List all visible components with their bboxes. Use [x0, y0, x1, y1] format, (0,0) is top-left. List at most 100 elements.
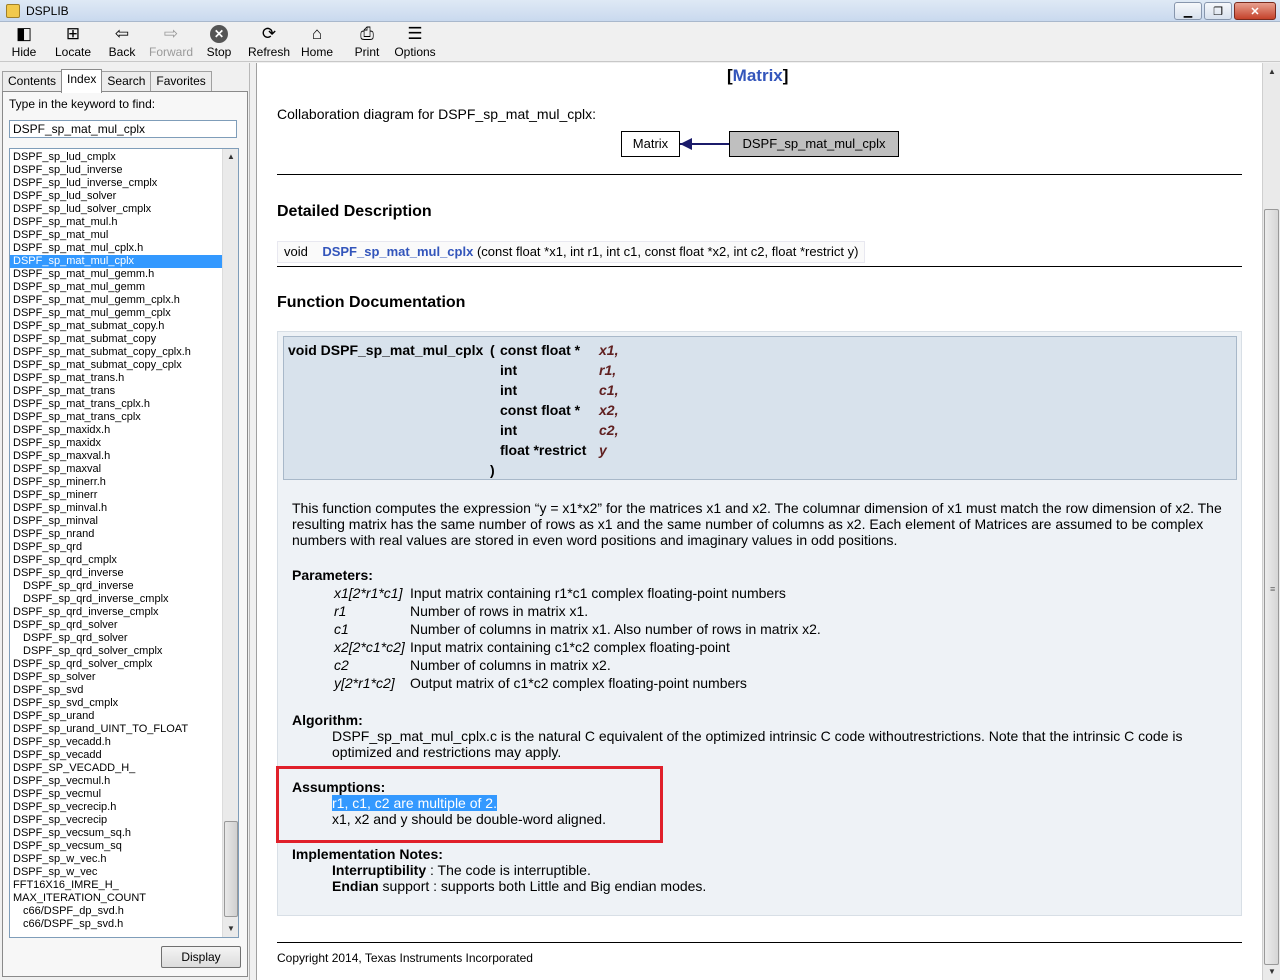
- keyword-input[interactable]: [9, 120, 237, 138]
- proto-param-type: int: [500, 422, 518, 438]
- index-list[interactable]: DSPF_sp_lud_cmplx DSPF_sp_lud_inverse DSPF…: [9, 148, 239, 938]
- index-list-item[interactable]: DSPF_sp_mat_trans_cplx.h: [10, 398, 222, 411]
- minimize-button[interactable]: ▁: [1174, 2, 1202, 20]
- index-list-item[interactable]: DSPF_sp_maxidx.h: [10, 424, 222, 437]
- index-list-item[interactable]: DSPF_sp_solver: [10, 671, 222, 684]
- index-list-item[interactable]: DSPF_sp_mat_mul: [10, 229, 222, 242]
- index-list-item[interactable]: DSPF_sp_mat_mul_gemm.h: [10, 268, 222, 281]
- document-pane: [Matrix] Collaboration diagram for DSPF_…: [256, 63, 1262, 980]
- index-list-item[interactable]: DSPF_sp_mat_trans_cplx: [10, 411, 222, 424]
- index-list-item[interactable]: DSPF_sp_svd: [10, 684, 222, 697]
- index-list-item[interactable]: DSPF_sp_qrd_inverse_cmplx: [10, 606, 222, 619]
- index-list-scroll-thumb[interactable]: [224, 821, 238, 917]
- index-list-item[interactable]: DSPF_sp_qrd: [10, 541, 222, 554]
- matrix-link[interactable]: Matrix: [733, 66, 783, 85]
- index-list-item[interactable]: DSPF_sp_maxval: [10, 463, 222, 476]
- refresh-button[interactable]: ⟳ Refresh: [245, 24, 293, 60]
- home-button[interactable]: ⌂ Home: [293, 24, 341, 60]
- index-list-scrollbar[interactable]: ▲ ▼: [222, 149, 238, 937]
- index-list-item[interactable]: DSPF_sp_mat_mul_gemm_cplx: [10, 307, 222, 320]
- description-paragraph: This function computes the expression “y…: [292, 500, 1237, 548]
- hide-icon: ◧: [15, 24, 33, 43]
- index-list-item[interactable]: DSPF_sp_mat_mul_gemm: [10, 281, 222, 294]
- index-list-item[interactable]: c66/DSPF_sp_svd.h: [10, 918, 222, 931]
- locate-label: Locate: [54, 45, 92, 59]
- scroll-down-icon[interactable]: ▼: [223, 921, 238, 937]
- collab-node-matrix[interactable]: Matrix: [621, 131, 680, 157]
- options-button[interactable]: ☰ Options: [391, 24, 439, 60]
- index-list-item[interactable]: DSPF_sp_mat_trans: [10, 385, 222, 398]
- index-list-item[interactable]: DSPF_sp_lud_inverse: [10, 164, 222, 177]
- scroll-up-icon[interactable]: ▲: [1263, 63, 1280, 80]
- index-list-item[interactable]: DSPF_sp_vecsum_sq.h: [10, 827, 222, 840]
- index-list-item[interactable]: DSPF_sp_mat_mul.h: [10, 216, 222, 229]
- display-button[interactable]: Display: [161, 946, 241, 968]
- index-list-item[interactable]: c66/DSPF_dp_svd.h: [10, 905, 222, 918]
- index-list-item[interactable]: DSPF_sp_urand_UINT_TO_FLOAT: [10, 723, 222, 736]
- index-list-item[interactable]: DSPF_sp_svd_cmplx: [10, 697, 222, 710]
- index-list-item[interactable]: DSPF_sp_vecadd.h: [10, 736, 222, 749]
- stop-button[interactable]: ✕ Stop: [195, 24, 243, 60]
- index-list-item[interactable]: DSPF_sp_urand: [10, 710, 222, 723]
- index-list-item[interactable]: DSPF_sp_w_vec: [10, 866, 222, 879]
- index-list-item[interactable]: DSPF_sp_mat_mul_cplx: [10, 255, 222, 268]
- index-list-item[interactable]: DSPF_sp_qrd_solver: [10, 619, 222, 632]
- index-list-item[interactable]: DSPF_sp_qrd_inverse_cmplx: [10, 593, 222, 606]
- index-list-item[interactable]: DSPF_sp_minval: [10, 515, 222, 528]
- decl-function-link[interactable]: DSPF_sp_mat_mul_cplx: [322, 244, 473, 259]
- index-list-item[interactable]: DSPF_sp_w_vec.h: [10, 853, 222, 866]
- tab-contents[interactable]: Contents: [2, 71, 63, 91]
- tab-index[interactable]: Index: [61, 69, 103, 93]
- index-list-item[interactable]: DSPF_sp_mat_submat_copy.h: [10, 320, 222, 333]
- index-list-item[interactable]: DSPF_sp_qrd_inverse: [10, 567, 222, 580]
- index-list-item[interactable]: DSPF_sp_vecrecip: [10, 814, 222, 827]
- index-list-item[interactable]: DSPF_sp_mat_submat_copy_cplx: [10, 359, 222, 372]
- index-list-item[interactable]: MAX_ITERATION_COUNT: [10, 892, 222, 905]
- index-list-item[interactable]: DSPF_sp_maxval.h: [10, 450, 222, 463]
- index-list-item[interactable]: DSPF_sp_vecmul.h: [10, 775, 222, 788]
- scroll-down-icon[interactable]: ▼: [1263, 963, 1280, 980]
- locate-button[interactable]: ⊞ Locate: [49, 24, 97, 60]
- document-scrollbar[interactable]: ▲ ≡ ▼: [1262, 63, 1280, 980]
- detailed-description-heading: Detailed Description: [277, 203, 432, 220]
- index-list-item[interactable]: DSPF_sp_mat_submat_copy: [10, 333, 222, 346]
- document-scroll-thumb[interactable]: ≡: [1264, 209, 1279, 965]
- index-list-item[interactable]: DSPF_sp_vecsum_sq: [10, 840, 222, 853]
- index-list-item[interactable]: DSPF_SP_VECADD_H_: [10, 762, 222, 775]
- index-list-item[interactable]: FFT16X16_IMRE_H_: [10, 879, 222, 892]
- index-list-item[interactable]: DSPF_sp_mat_mul_gemm_cplx.h: [10, 294, 222, 307]
- forward-button[interactable]: ⇨ Forward: [147, 24, 195, 60]
- scroll-up-icon[interactable]: ▲: [223, 149, 238, 165]
- index-list-item[interactable]: DSPF_sp_mat_mul_cplx.h: [10, 242, 222, 255]
- hide-button[interactable]: ◧ Hide: [0, 24, 48, 60]
- index-list-item[interactable]: DSPF_sp_qrd_solver_cmplx: [10, 645, 222, 658]
- index-list-item[interactable]: DSPF_sp_qrd_solver_cmplx: [10, 658, 222, 671]
- param-name: x1[2*r1*c1]: [334, 585, 403, 601]
- divider: [277, 174, 1242, 175]
- index-list-item[interactable]: DSPF_sp_mat_submat_copy_cplx.h: [10, 346, 222, 359]
- print-button[interactable]: ⎙ Print: [343, 24, 391, 60]
- index-list-item[interactable]: DSPF_sp_vecadd: [10, 749, 222, 762]
- tab-favorites[interactable]: Favorites: [150, 71, 212, 91]
- index-list-item[interactable]: DSPF_sp_maxidx: [10, 437, 222, 450]
- index-list-item[interactable]: DSPF_sp_minerr: [10, 489, 222, 502]
- index-tab-panel: Type in the keyword to find: DSPF_sp_lud…: [2, 91, 248, 977]
- index-list-item[interactable]: DSPF_sp_qrd_solver: [10, 632, 222, 645]
- index-list-item[interactable]: DSPF_sp_lud_cmplx: [10, 151, 222, 164]
- index-list-item[interactable]: DSPF_sp_minval.h: [10, 502, 222, 515]
- index-list-item[interactable]: DSPF_sp_nrand: [10, 528, 222, 541]
- tab-search[interactable]: Search: [101, 71, 152, 91]
- impl-note-text: support : supports both Little and Big e…: [378, 878, 707, 894]
- index-list-item[interactable]: DSPF_sp_mat_trans.h: [10, 372, 222, 385]
- back-button[interactable]: ⇦ Back: [98, 24, 146, 60]
- index-list-item[interactable]: DSPF_sp_lud_inverse_cmplx: [10, 177, 222, 190]
- index-list-item[interactable]: DSPF_sp_vecmul: [10, 788, 222, 801]
- index-list-item[interactable]: DSPF_sp_lud_solver: [10, 190, 222, 203]
- index-list-item[interactable]: DSPF_sp_vecrecip.h: [10, 801, 222, 814]
- close-button[interactable]: ✕: [1234, 2, 1276, 20]
- index-list-item[interactable]: DSPF_sp_qrd_cmplx: [10, 554, 222, 567]
- index-list-item[interactable]: DSPF_sp_qrd_inverse: [10, 580, 222, 593]
- index-list-item[interactable]: DSPF_sp_minerr.h: [10, 476, 222, 489]
- index-list-item[interactable]: DSPF_sp_lud_solver_cmplx: [10, 203, 222, 216]
- maximize-button[interactable]: ❐: [1204, 2, 1232, 20]
